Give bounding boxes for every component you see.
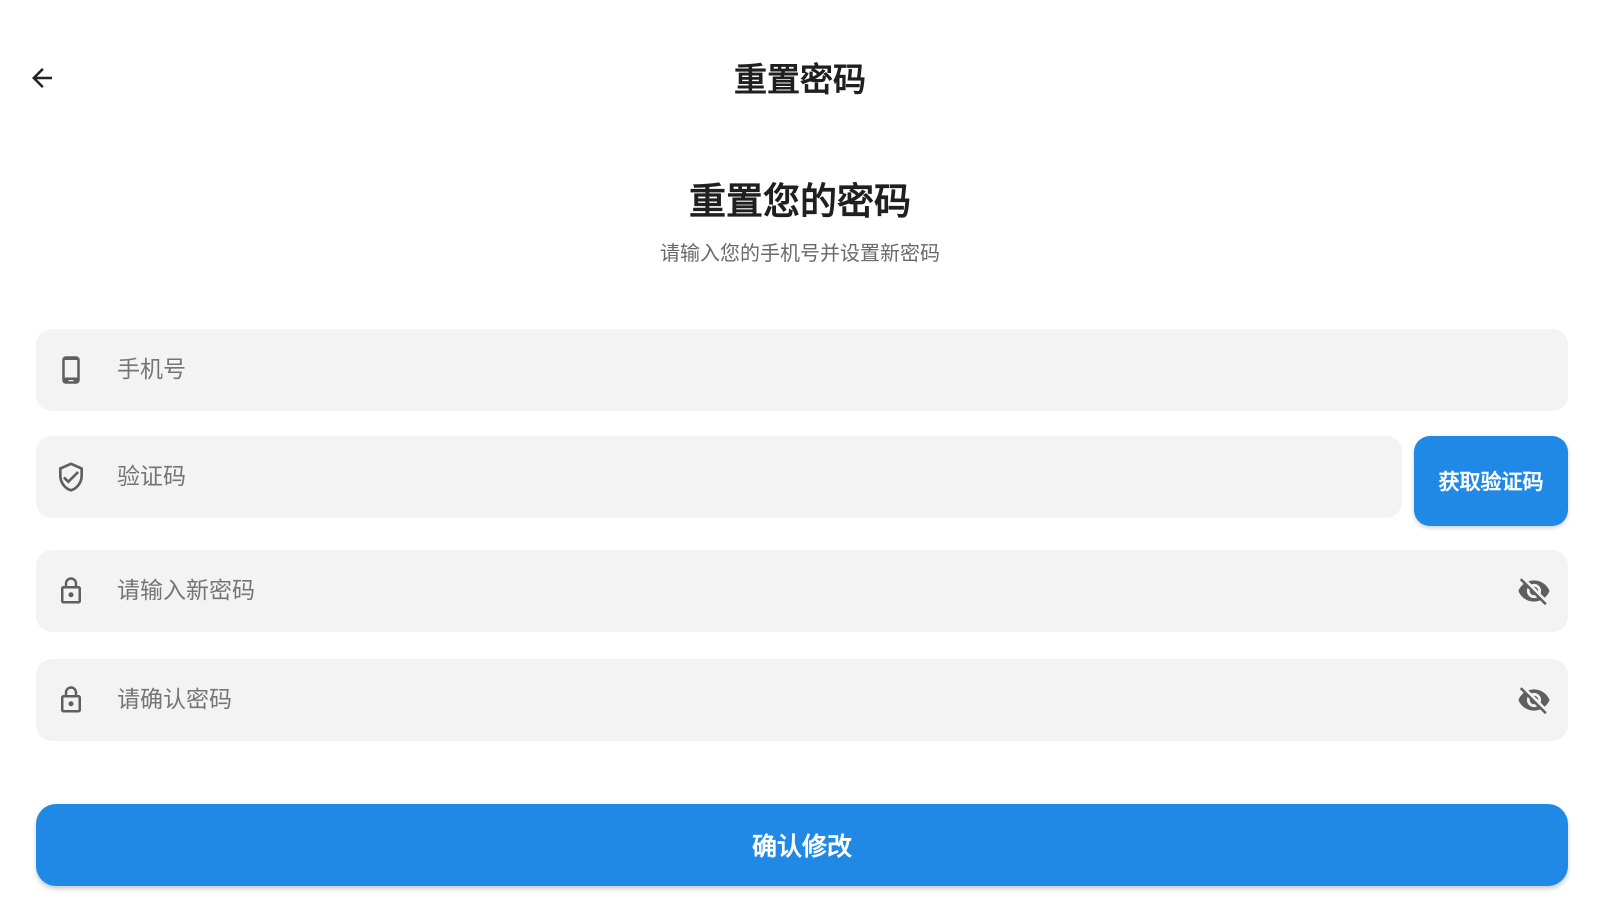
confirm-password-field[interactable] <box>36 659 1568 741</box>
verification-code-input[interactable] <box>115 436 1219 518</box>
phone-input[interactable] <box>115 329 1319 411</box>
eye-off-icon[interactable] <box>1516 573 1552 609</box>
new-password-input[interactable] <box>115 550 1319 632</box>
page-title: 重置密码 <box>734 60 866 99</box>
shield-check-icon <box>55 459 87 495</box>
get-code-button[interactable]: 获取验证码 <box>1414 436 1568 526</box>
subtitle: 请输入您的手机号并设置新密码 <box>660 241 940 265</box>
confirm-password-input[interactable] <box>115 659 1319 741</box>
lock-icon <box>55 682 87 718</box>
headline: 重置您的密码 <box>689 180 911 223</box>
phone-field[interactable] <box>36 329 1568 411</box>
new-password-field[interactable] <box>36 550 1568 632</box>
lock-icon <box>55 573 87 609</box>
phone-icon <box>55 352 87 388</box>
eye-off-icon[interactable] <box>1516 682 1552 718</box>
verification-code-field[interactable] <box>36 436 1402 518</box>
confirm-change-button[interactable]: 确认修改 <box>36 804 1568 886</box>
reset-password-page: 重置密码 重置您的密码 请输入您的手机号并设置新密码 获取验证码 <box>0 0 1600 900</box>
